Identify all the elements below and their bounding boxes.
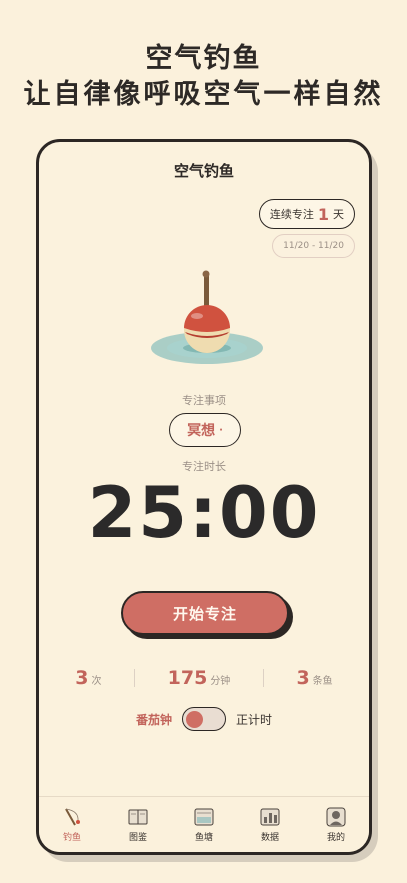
stat-unit: 条鱼	[312, 676, 333, 687]
tab-fishing[interactable]: 钓鱼	[42, 807, 102, 843]
stat-fish: 3 条鱼	[296, 667, 332, 689]
mode-toggle[interactable]	[182, 707, 226, 731]
tab-pond[interactable]: 鱼塘	[174, 807, 234, 843]
stat-minutes: 175 分钟	[168, 667, 231, 689]
date-range-badge[interactable]: 11/20 - 11/20	[272, 234, 355, 258]
bottom-tab-bar: 钓鱼 图鉴 鱼塘 数据 我的	[39, 796, 369, 852]
mode-switch-row: 番茄钟 正计时	[39, 707, 369, 731]
chart-icon	[260, 808, 280, 825]
task-value: 冥想	[187, 423, 216, 439]
tab-profile[interactable]: 我的	[306, 807, 366, 843]
mode-stopwatch-label: 正计时	[236, 712, 273, 727]
task-selector[interactable]: 冥想 ·	[169, 413, 241, 447]
headline-subtitle: 让自律像呼吸空气一样自然	[23, 79, 384, 110]
stats-row: 3 次 175 分钟 3 条鱼	[59, 664, 349, 692]
stat-divider	[134, 669, 136, 687]
headline-title: 空气钓鱼	[145, 43, 262, 74]
streak-count: 1	[317, 204, 329, 224]
mode-pomodoro-label: 番茄钟	[135, 712, 172, 727]
profile-icon	[326, 807, 346, 826]
tab-label: 图鉴	[128, 832, 147, 843]
stat-unit: 次	[91, 676, 102, 687]
tab-encyclopedia[interactable]: 图鉴	[108, 807, 168, 843]
streak-suffix: 天	[333, 208, 344, 221]
task-label: 专注事项	[182, 394, 226, 407]
tab-label: 数据	[260, 832, 279, 843]
start-focus-button[interactable]: 开始专注	[121, 591, 289, 635]
stat-sessions: 3 次	[75, 667, 101, 689]
tab-label: 钓鱼	[62, 832, 81, 843]
streak-prefix: 连续专注	[269, 208, 314, 221]
fishing-rod-icon	[65, 808, 80, 825]
streak-badge[interactable]: 连续专注 1 天	[258, 199, 355, 229]
phone-frame: 空气钓鱼 连续专注 1 天 11/20 - 11/20 专注事项 冥想 · 专注…	[36, 139, 372, 855]
stat-value: 175	[167, 667, 208, 689]
fishing-bobber-illustration	[151, 270, 263, 364]
timer-display[interactable]: 25:00	[39, 472, 369, 554]
tab-data[interactable]: 数据	[240, 807, 300, 843]
book-icon	[128, 809, 148, 824]
toggle-knob	[186, 710, 203, 728]
tab-label: 鱼塘	[194, 832, 213, 843]
task-dot: ·	[219, 424, 223, 436]
pond-icon	[194, 808, 214, 825]
stat-unit: 分钟	[210, 676, 231, 687]
stat-value: 3	[296, 667, 310, 689]
stat-divider	[262, 669, 264, 687]
stat-value: 3	[75, 667, 89, 689]
app-title: 空气钓鱼	[173, 162, 234, 180]
tab-label: 我的	[326, 832, 345, 843]
